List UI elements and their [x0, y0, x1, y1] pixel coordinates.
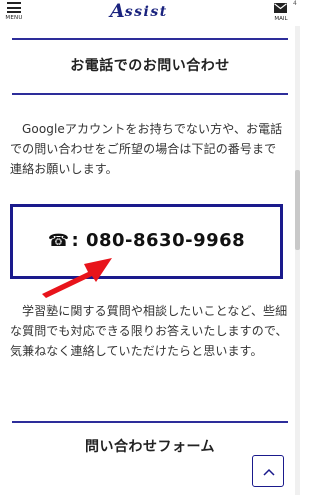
phone-body-text: 学習塾に関する質問や相談したいことなど、些細な質問でも対応できる限りお答えいたし… [10, 304, 288, 358]
mail-badge: 4 [293, 0, 297, 7]
site-header: MENU A ssist MAIL 4 [0, 0, 300, 26]
scrollbar-track[interactable] [295, 26, 300, 495]
site-logo[interactable]: A ssist [110, 0, 168, 22]
form-section-heading: 問い合わせフォーム [84, 439, 216, 455]
mail-label: MAIL [274, 16, 288, 22]
phone-section-heading: お電話でのお問い合わせ [70, 58, 230, 74]
section-divider-bottom [12, 93, 288, 95]
section-divider-top [12, 38, 288, 40]
chevron-up-icon [263, 468, 275, 476]
menu-label: MENU [5, 15, 23, 21]
logo-text: ssist [124, 4, 168, 20]
phone-number-line: ☎: 080-8630-9968 [13, 230, 280, 251]
red-arrow-icon [42, 258, 112, 298]
mail-button[interactable]: MAIL [270, 0, 292, 26]
mail-icon [274, 3, 287, 13]
scroll-to-top-button[interactable] [252, 455, 284, 487]
logo-initial: A [110, 0, 125, 22]
hamburger-icon [7, 2, 21, 13]
form-divider-top [12, 421, 288, 423]
scrollbar-thumb[interactable] [295, 170, 300, 250]
phone-number: : 080-8630-9968 [71, 230, 246, 251]
menu-button[interactable]: MENU [3, 0, 25, 26]
phone-intro-text: Googleアカウントをお持ちでない方や、お電話での問い合わせをご所望の場合は下… [10, 122, 283, 176]
phone-icon: ☎ [47, 231, 70, 251]
